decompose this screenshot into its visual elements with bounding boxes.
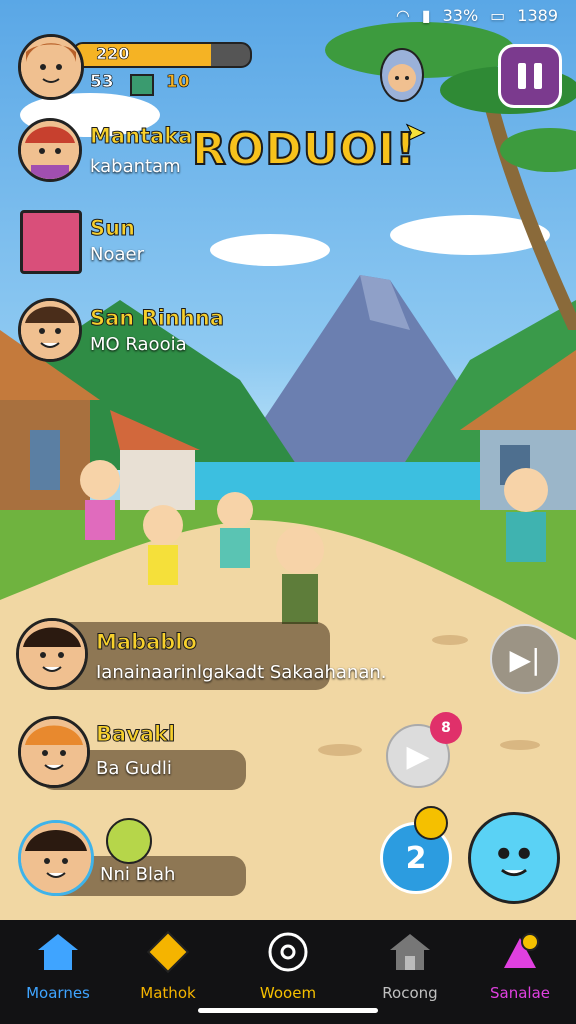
sun-sticker-icon (106, 818, 152, 864)
companion-avatar[interactable] (380, 48, 424, 102)
nav-label: Rocong (382, 984, 438, 1002)
skip-icon: ▶| (509, 642, 541, 676)
chat-avatar[interactable] (18, 716, 90, 788)
notification-badge: 8 (430, 712, 462, 744)
nav-item-moarnes[interactable]: Moarnes (8, 930, 108, 1002)
chat-bubble-icon: 2 (405, 840, 427, 876)
compass-icon (268, 932, 308, 972)
chat-message: Ba Gudli (96, 758, 172, 779)
quest-giver-avatar[interactable] (18, 118, 82, 182)
chat-sender-name: Mabablo (96, 630, 198, 655)
xp-bar-fill (74, 44, 212, 66)
nav-label: Wooem (259, 984, 317, 1002)
quest-item-subtitle: Noaer (90, 244, 144, 265)
friend-name: San Rinhna (90, 306, 225, 331)
nav-item-sanalae[interactable]: Sanalae (470, 930, 570, 1002)
quest-title-name: Mantaka (89, 124, 193, 149)
battery-label: 33% (442, 6, 479, 25)
battery-icon: ▭ (490, 6, 506, 25)
blob-mascot-icon (498, 847, 530, 877)
play-icon: ▶ (406, 738, 430, 774)
friend-avatar[interactable] (18, 298, 82, 362)
chat-message: Nni Blah (100, 864, 176, 885)
villager-group (80, 460, 324, 624)
nav-item-mathok[interactable]: Mathok (118, 930, 218, 1002)
nav-item-wooem[interactable]: Wooem (238, 930, 338, 1002)
currency-b-label: 10 (166, 72, 190, 93)
emoji-face-icon (414, 806, 448, 840)
signal-icon: ▮ (421, 6, 431, 25)
house-icon (390, 934, 430, 970)
xp-value: 220 (96, 44, 130, 64)
chat-sender-name: Bavakl (95, 722, 176, 747)
nav-label: Sanalae (490, 984, 550, 1002)
quest-item-name: Sun (89, 216, 136, 241)
player-avatar[interactable] (18, 34, 84, 100)
game-screen: ◠ ▮ 33% ▭ 1389 220 53 10 ➤ Mantaka kaban… (0, 0, 576, 1024)
quest-title-subtitle: kabantam (90, 156, 181, 177)
pause-icon (518, 63, 526, 89)
home-indicator (198, 1008, 378, 1013)
quest-item-icon[interactable] (20, 210, 82, 274)
status-bar: ◠ ▮ 33% ▭ 1389 (396, 6, 558, 25)
gem-icon (130, 74, 154, 96)
banner-title: RODUOI! (191, 123, 417, 176)
skip-button[interactable]: ▶| (490, 624, 560, 694)
nav-item-rocong[interactable]: Rocong (360, 930, 460, 1002)
nav-label: Mathok (140, 984, 196, 1002)
profile-icon (504, 933, 539, 968)
wifi-icon: ◠ (395, 6, 410, 25)
nav-label: Moarnes (26, 984, 90, 1002)
mascot-button[interactable] (468, 812, 560, 904)
chat-avatar[interactable] (18, 820, 94, 896)
home-icon (38, 934, 78, 970)
currency-a-label: 53 (90, 72, 114, 93)
clock: 1389 (517, 6, 558, 25)
chat-message: Ianainaarinlgakadt Sakaahanan. (96, 662, 387, 683)
villager-sitting (504, 468, 548, 562)
friend-subtitle: MO Raooia (90, 334, 187, 355)
pause-button[interactable] (498, 44, 562, 108)
chat-avatar[interactable] (16, 618, 88, 690)
map-icon (146, 930, 190, 974)
